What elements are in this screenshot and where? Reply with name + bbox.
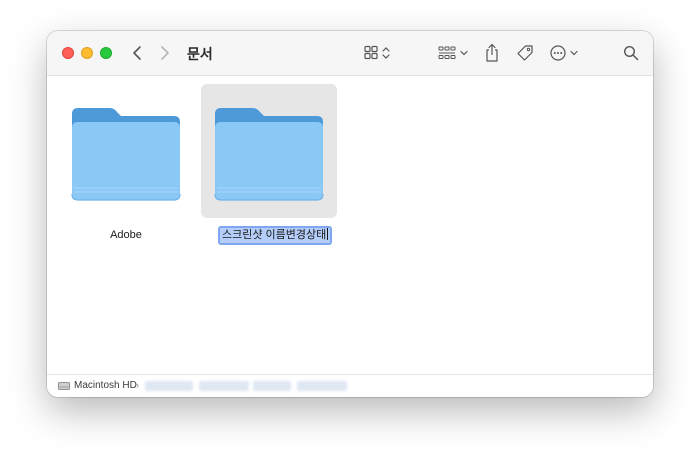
grid-view-icon [364,45,390,60]
folder-icon [71,108,181,201]
path-item-redacted[interactable] [145,381,193,391]
path-bar: Macintosh HD › [47,374,653,397]
path-volume-label: Macintosh HD [74,380,137,391]
file-grid[interactable]: Adobe 스크린샷 이름변경상태 [47,76,653,374]
text-caret [327,228,329,240]
forward-button[interactable] [155,43,175,63]
hard-drive-icon [58,381,70,390]
group-button[interactable] [436,42,470,64]
close-button[interactable] [62,47,74,59]
folder-icon [214,108,324,201]
search-button[interactable] [621,42,641,64]
rename-field[interactable]: 스크린샷 이름변경상태 [217,226,333,245]
path-separator: › [136,380,139,390]
more-actions-button[interactable] [549,42,581,64]
back-button[interactable] [127,43,147,63]
path-item-volume[interactable]: Macintosh HD [58,380,137,391]
share-button[interactable] [482,42,502,64]
finder-window: 문서 Adobe 스크린샷 이름변경상태 Macintosh HD › [47,31,653,397]
share-icon [486,43,498,62]
more-icon [550,45,578,61]
search-icon [623,45,639,61]
path-item-redacted[interactable] [253,381,291,391]
path-item-redacted[interactable] [199,381,249,391]
tag-button[interactable] [514,42,536,64]
chevron-left-icon [133,46,141,60]
chevron-right-icon [161,46,169,60]
item-name: Adobe [110,229,142,241]
rename-text: 스크린샷 이름변경상태 [222,229,327,241]
tag-icon [517,45,533,61]
window-title: 문서 [187,46,213,62]
minimize-button[interactable] [81,47,93,59]
toolbar: 문서 [47,31,653,76]
group-icon [438,46,468,59]
path-item-redacted[interactable] [297,381,347,391]
view-mode-button[interactable] [362,42,394,64]
maximize-button[interactable] [100,47,112,59]
